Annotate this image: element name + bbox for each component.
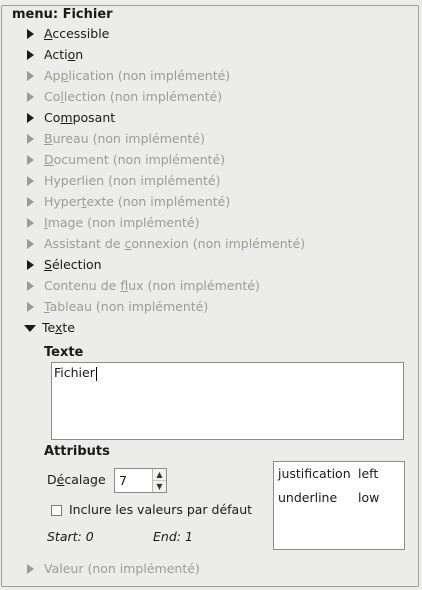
expander-valeur: Valeur (non implémenté)	[25, 559, 200, 579]
attribute-key: justification	[278, 466, 351, 481]
expand-arrow-icon	[27, 71, 34, 81]
expander-selection[interactable]: Sélection	[25, 255, 102, 275]
expander-assistant-connexion: Assistant de connexion (non implémenté)	[25, 234, 305, 254]
text-caret	[95, 366, 97, 381]
expand-arrow-icon	[27, 302, 34, 312]
expander-hyperlien: Hyperlien (non implémenté)	[25, 171, 220, 191]
collapse-arrow-icon	[24, 324, 36, 332]
texte-text-area[interactable]: Fichier	[51, 362, 404, 440]
attribute-key: underline	[278, 490, 338, 505]
expander-image: Image (non implémenté)	[25, 213, 199, 233]
expand-arrow-icon	[27, 113, 34, 123]
expander-texte[interactable]: Texte	[24, 318, 75, 338]
expander-action[interactable]: Action	[25, 45, 83, 65]
expand-arrow-icon	[27, 239, 34, 249]
expand-arrow-icon	[27, 218, 34, 228]
expand-arrow-icon	[27, 50, 34, 60]
attribute-value: low	[358, 490, 380, 505]
expand-arrow-icon	[27, 564, 34, 574]
expand-arrow-icon	[27, 155, 34, 165]
include-defaults-checkbox[interactable]	[51, 505, 62, 516]
expander-collection: Collection (non implémenté)	[25, 87, 222, 107]
expander-composant[interactable]: Composant	[25, 108, 115, 128]
offset-label: Décalage	[47, 472, 106, 487]
expander-contenu-flux: Contenu de flux (non implémenté)	[25, 276, 260, 296]
attribute-row[interactable]: underline low	[278, 489, 402, 507]
spin-down-icon[interactable]: ▼	[153, 481, 166, 492]
expand-arrow-icon	[27, 281, 34, 291]
expander-document: Document (non implémenté)	[25, 150, 225, 170]
attribute-row[interactable]: justification left	[278, 465, 402, 483]
expand-arrow-icon	[27, 260, 34, 270]
expander-accessible[interactable]: Accessible	[25, 24, 109, 44]
expand-arrow-icon	[27, 29, 34, 39]
frame-title: menu: Fichier	[10, 7, 115, 22]
attribute-value: left	[358, 466, 379, 481]
texte-section-title: Texte	[44, 345, 84, 360]
text-content: Fichier	[54, 365, 95, 380]
offset-value: 7	[119, 473, 127, 488]
expand-arrow-icon	[27, 197, 34, 207]
expander-application: Application (non implémenté)	[25, 66, 230, 86]
attributes-list[interactable]: justification left underline low	[273, 461, 405, 550]
start-label: Start: 0	[47, 529, 94, 544]
expander-tableau: Tableau (non implémenté)	[25, 297, 208, 317]
offset-spinbutton[interactable]: 7 ▲ ▼	[114, 468, 167, 493]
end-label: End: 1	[153, 529, 193, 544]
expand-arrow-icon	[27, 176, 34, 186]
spin-up-icon[interactable]: ▲	[153, 469, 166, 481]
expand-arrow-icon	[27, 92, 34, 102]
expander-hypertexte: Hypertexte (non implémenté)	[25, 192, 230, 212]
spin-buttons: ▲ ▼	[152, 469, 166, 492]
include-defaults-label: Inclure les valeurs par défaut	[69, 502, 253, 517]
attributs-section-title: Attributs	[44, 444, 110, 459]
expander-bureau: Bureau (non implémenté)	[25, 129, 205, 149]
expand-arrow-icon	[27, 134, 34, 144]
